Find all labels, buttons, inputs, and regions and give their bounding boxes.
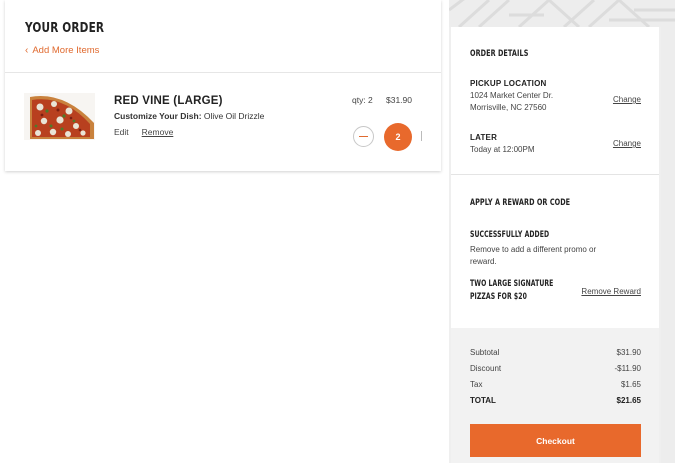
subtotal-value: $31.90 — [616, 348, 641, 357]
order-header: YOUR ORDER ‹ Add More Items — [5, 0, 441, 73]
tax-label: Tax — [470, 380, 483, 389]
order-summary: ORDER DETAILS PICKUP LOCATION 1024 Marke… — [449, 0, 675, 463]
decrease-quantity-button[interactable] — [353, 126, 374, 147]
customize-label: Customize Your Dish: — [114, 111, 202, 121]
discount-label: Discount — [470, 364, 502, 373]
reward-note-line-2: reward. — [470, 257, 497, 266]
item-customization: Customize Your Dish: Olive Oil Drizzle — [114, 111, 264, 121]
summary-right-gutter — [661, 27, 675, 463]
order-details-heading: ORDER DETAILS — [470, 49, 529, 59]
pickup-location-label: PICKUP LOCATION — [470, 79, 547, 88]
decorative-header-pattern — [449, 0, 675, 27]
reward-name-line-2: PIZZAS FOR $20 — [470, 292, 527, 302]
total-label: TOTAL — [470, 396, 496, 405]
subtotal-label: Subtotal — [470, 348, 500, 357]
pickup-time-label: LATER — [470, 133, 498, 142]
pickup-time-value: Today at 12:00PM — [470, 145, 535, 154]
add-more-items-label: Add More Items — [32, 45, 100, 56]
remove-reward-link[interactable]: Remove Reward — [581, 287, 641, 296]
quantity-divider — [421, 131, 422, 141]
page-title: YOUR ORDER — [25, 20, 105, 36]
address-line-1: 1024 Market Center Dr. — [470, 91, 554, 100]
discount-value: -$11.90 — [614, 364, 641, 373]
totals-panel: Subtotal $31.90 Discount -$11.90 Tax $1.… — [451, 328, 659, 463]
tax-row: Tax $1.65 — [470, 380, 641, 389]
remove-item-link[interactable]: Remove — [142, 127, 174, 137]
item-quantity-text: qty: 2 — [352, 95, 373, 105]
reward-heading: APPLY A REWARD OR CODE — [470, 198, 571, 208]
subtotal-row: Subtotal $31.90 — [470, 348, 641, 357]
add-more-items-link[interactable]: ‹ Add More Items — [25, 45, 99, 56]
reward-note-line-1: Remove to add a different promo or — [470, 245, 597, 254]
address-line-2: Morrisville, NC 27560 — [470, 103, 547, 112]
reward-name-line-1: TWO LARGE SIGNATURE — [470, 279, 554, 289]
reward-status: SUCCESSFULLY ADDED — [470, 230, 550, 240]
total-value: $21.65 — [616, 396, 641, 405]
order-details-panel: ORDER DETAILS PICKUP LOCATION 1024 Marke… — [451, 27, 659, 175]
order-card: YOUR ORDER ‹ Add More Items RED VINE (LA… — [5, 0, 441, 171]
order-item: RED VINE (LARGE) Customize Your Dish: Ol… — [5, 73, 441, 170]
total-row: TOTAL $21.65 — [470, 396, 641, 405]
checkout-button[interactable]: Checkout — [470, 424, 641, 457]
discount-row: Discount -$11.90 — [470, 364, 641, 373]
quantity-badge: 2 — [384, 123, 412, 151]
item-name: RED VINE (LARGE) — [114, 95, 223, 107]
item-actions: Edit Remove — [114, 127, 173, 137]
pizza-image — [24, 93, 95, 140]
tax-value: $1.65 — [620, 380, 641, 389]
reward-panel: APPLY A REWARD OR CODE SUCCESSFULLY ADDE… — [451, 175, 659, 328]
chevron-left-icon: ‹ — [25, 44, 29, 56]
change-time-link[interactable]: Change — [613, 139, 641, 148]
edit-item-link[interactable]: Edit — [114, 127, 129, 137]
item-price: $31.90 — [386, 95, 412, 105]
customize-value: Olive Oil Drizzle — [203, 111, 265, 121]
change-location-link[interactable]: Change — [613, 95, 641, 104]
minus-icon — [359, 135, 368, 138]
